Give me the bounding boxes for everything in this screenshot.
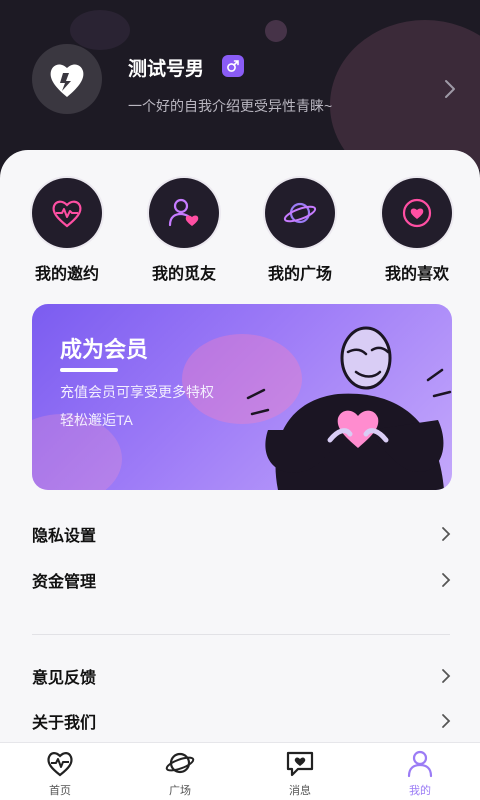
home-heartbeat-icon: [47, 752, 73, 777]
chevron-right-icon: [442, 669, 451, 683]
vip-banner[interactable]: 成为会员 充值会员可享受更多特权 轻松邂逅TA: [32, 304, 452, 490]
list-label: 关于我们: [32, 715, 97, 732]
menu-my-square[interactable]: 我的广场: [250, 178, 350, 288]
about-us-row[interactable]: 关于我们: [32, 699, 452, 743]
profile-icon: [407, 750, 433, 778]
tab-messages[interactable]: 消息: [260, 747, 340, 799]
tab-label: 我的: [409, 785, 431, 797]
planet-icon: [165, 752, 195, 774]
avatar-logo-icon: [50, 64, 84, 97]
vip-title-underline: [60, 368, 118, 372]
list-label: 意见反馈: [32, 670, 97, 687]
list-label: 资金管理: [32, 574, 97, 591]
heart-pulse-icon: [32, 178, 102, 248]
feedback-row[interactable]: 意见反馈: [32, 654, 452, 698]
chevron-right-icon: [442, 527, 451, 541]
menu-label: 我的觅友: [151, 266, 216, 283]
quick-menu: 我的邀约 我的觅友 我的广场 我的喜欢: [0, 178, 480, 288]
user-heart-icon: [149, 178, 219, 248]
tab-label: 首页: [49, 785, 71, 797]
vip-description: 充值会员可享受更多特权: [60, 384, 214, 400]
user-bio: 一个好的自我介绍更受异性青睐~: [128, 98, 333, 114]
menu-label: 我的喜欢: [384, 266, 449, 283]
menu-label: 我的邀约: [34, 266, 99, 283]
user-name: 测试号男: [128, 59, 205, 80]
planet-icon: [265, 178, 335, 248]
vip-description: 轻松邂逅TA: [60, 412, 133, 428]
main-card: 我的邀约 我的觅友 我的广场 我的喜欢 成为会员 充值会员可享受更多特权 轻松邂…: [0, 150, 480, 800]
decor-bubble: [265, 20, 287, 42]
man-holding-heart-illustration: [246, 326, 452, 490]
chevron-right-icon: [442, 573, 451, 587]
vip-title: 成为会员: [60, 337, 149, 362]
chevron-right-icon: [442, 714, 451, 728]
menu-my-likes[interactable]: 我的喜欢: [367, 178, 467, 288]
bottom-tabbar: 首页 广场 消息 我的: [0, 742, 480, 800]
male-gender-icon: [222, 55, 244, 77]
divider: [32, 634, 450, 635]
heart-circle-icon: [382, 178, 452, 248]
chevron-right-icon[interactable]: [440, 78, 460, 100]
profile-header: 测试号男 一个好的自我介绍更受异性青睐~: [0, 0, 480, 170]
avatar[interactable]: [32, 44, 102, 114]
tab-label: 广场: [169, 785, 191, 797]
privacy-settings-row[interactable]: 隐私设置: [32, 512, 452, 556]
tab-mine[interactable]: 我的: [380, 747, 460, 799]
list-label: 隐私设置: [32, 528, 97, 545]
tab-label: 消息: [289, 785, 311, 797]
menu-my-friends[interactable]: 我的觅友: [134, 178, 234, 288]
menu-label: 我的广场: [267, 266, 332, 283]
fund-management-row[interactable]: 资金管理: [32, 558, 452, 602]
message-heart-icon: [286, 751, 314, 777]
tab-home[interactable]: 首页: [20, 747, 100, 799]
menu-my-invites[interactable]: 我的邀约: [17, 178, 117, 288]
tab-square[interactable]: 广场: [140, 747, 220, 799]
decor-bubble: [70, 10, 130, 50]
